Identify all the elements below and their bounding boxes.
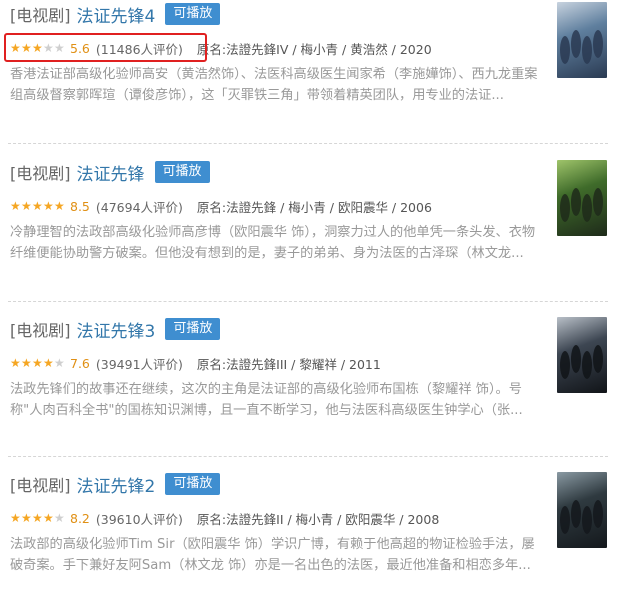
- poster-figure: [582, 36, 592, 64]
- star-icon: ★: [21, 511, 32, 525]
- poster-art: [560, 500, 603, 534]
- star-icon: ★: [32, 199, 43, 213]
- description: 香港法证部高级化验师高安（黄浩然饰）、法医科高级医生闻家希（李施嬅饰）、西九龙重…: [10, 67, 538, 103]
- description: 法政先锋们的故事还在继续，这次的主角是法证部的高级化验师布国栋（黎耀祥 饰）。号…: [10, 382, 523, 418]
- highlight-box: [4, 33, 207, 62]
- playable-badge[interactable]: 可播放: [165, 318, 221, 340]
- result-item: [电视剧] 法证先锋4 可播放 ★ ★ ★ ★ ★ 5.6 (11486人评价) 原名:法證先鋒IV…: [0, 0, 640, 140]
- poster-figure: [571, 345, 581, 373]
- result-item: [电视剧] 法证先锋 可播放 ★ ★ ★ ★ ★ 8.5 (47694人评价) 原名:法證先鋒 / …: [0, 158, 640, 298]
- playable-badge[interactable]: 可播放: [165, 3, 221, 25]
- star-icon: ★: [32, 511, 43, 525]
- poster-art: [560, 345, 603, 379]
- star-icon: ★: [10, 511, 21, 525]
- vote-count: (47694人评价): [95, 199, 183, 215]
- poster-figure: [560, 351, 570, 379]
- star-icon: ★: [21, 356, 32, 370]
- title-link[interactable]: 法证先锋2: [77, 472, 156, 497]
- category-label: [电视剧]: [10, 321, 71, 340]
- star-icon: ★: [43, 511, 54, 525]
- poster-figure: [582, 194, 592, 222]
- poster-figure: [560, 506, 570, 534]
- result-item: [电视剧] 法证先锋3 可播放 ★ ★ ★ ★ ★ 7.6 (39491人评价) 原名:法證先鋒II…: [0, 315, 640, 455]
- meta-info: 原名:法證先鋒II / 梅小青 / 欧阳震华 / 2008: [196, 511, 440, 527]
- poster-figure: [582, 351, 592, 379]
- poster-art: [560, 30, 603, 64]
- star-icon: ★: [54, 199, 65, 213]
- poster-art: [560, 188, 603, 222]
- star-icon: ★: [54, 511, 65, 525]
- result-title-row: [电视剧] 法证先锋2 可播放: [10, 470, 221, 498]
- star-rating: ★ ★ ★ ★ ★: [10, 357, 65, 369]
- star-icon: ★: [32, 356, 43, 370]
- meta-info: 原名:法證先鋒IV / 梅小青 / 黄浩然 / 2020: [196, 41, 432, 57]
- category-label: [电视剧]: [10, 6, 71, 25]
- rating-row: ★ ★ ★ ★ ★ 7.6 (39491人评价) 原名:法證先鋒III / 黎耀祥 / 201…: [10, 353, 381, 373]
- poster-figure: [571, 500, 581, 528]
- title-link[interactable]: 法证先锋: [77, 160, 145, 185]
- meta-info: 原名:法證先鋒III / 黎耀祥 / 2011: [196, 356, 381, 372]
- description: 法政部的高级化验师Tim Sir（欧阳震华 饰）学识广博，有赖于他高超的物证检验…: [10, 537, 535, 573]
- title-link[interactable]: 法证先锋3: [77, 317, 156, 342]
- result-title-row: [电视剧] 法证先锋 可播放: [10, 158, 210, 186]
- star-icon: ★: [10, 199, 21, 213]
- poster-figure: [560, 194, 570, 222]
- star-icon: ★: [43, 356, 54, 370]
- poster-figure: [593, 188, 603, 216]
- result-divider: [8, 143, 608, 144]
- poster-figure: [593, 30, 603, 58]
- poster-figure: [582, 506, 592, 534]
- result-divider: [8, 456, 608, 457]
- poster-figure: [571, 188, 581, 216]
- poster-image[interactable]: [557, 317, 607, 393]
- poster-figure: [593, 500, 603, 528]
- poster-image[interactable]: [557, 160, 607, 236]
- rating-score: 8.2: [70, 510, 90, 526]
- playable-badge[interactable]: 可播放: [154, 161, 210, 183]
- description: 冷静理智的法政部高级化验师高彦博（欧阳震华 饰），洞察力过人的他单凭一条头发、衣…: [10, 225, 536, 261]
- star-rating: ★ ★ ★ ★ ★: [10, 200, 65, 212]
- vote-count: (39491人评价): [95, 356, 183, 372]
- star-icon: ★: [43, 199, 54, 213]
- rating-row: ★ ★ ★ ★ ★ 8.2 (39610人评价) 原名:法證先鋒II / 梅小青 / 欧阳震华…: [10, 508, 439, 528]
- result-item: [电视剧] 法证先锋2 可播放 ★ ★ ★ ★ ★ 8.2 (39610人评价) 原名:法證先鋒II…: [0, 470, 640, 610]
- rating-score: 8.5: [70, 198, 90, 214]
- vote-count: (39610人评价): [95, 511, 183, 527]
- result-title-row: [电视剧] 法证先锋3 可播放: [10, 315, 221, 343]
- category-label: [电视剧]: [10, 476, 71, 495]
- poster-image[interactable]: [557, 2, 607, 78]
- playable-badge[interactable]: 可播放: [165, 473, 221, 495]
- title-link[interactable]: 法证先锋4: [77, 2, 156, 27]
- star-rating: ★ ★ ★ ★ ★: [10, 512, 65, 524]
- poster-figure: [560, 36, 570, 64]
- star-icon: ★: [10, 356, 21, 370]
- rating-row: ★ ★ ★ ★ ★ 8.5 (47694人评价) 原名:法證先鋒 / 梅小青 / 欧阳震华 /…: [10, 196, 432, 216]
- star-icon: ★: [21, 199, 32, 213]
- result-divider: [8, 301, 608, 302]
- poster-figure: [571, 30, 581, 58]
- category-label: [电视剧]: [10, 164, 71, 183]
- result-title-row: [电视剧] 法证先锋4 可播放: [10, 0, 221, 28]
- poster-image[interactable]: [557, 472, 607, 548]
- rating-score: 7.6: [70, 355, 90, 371]
- star-icon: ★: [54, 356, 65, 370]
- meta-info: 原名:法證先鋒 / 梅小青 / 欧阳震华 / 2006: [196, 199, 432, 215]
- poster-figure: [593, 345, 603, 373]
